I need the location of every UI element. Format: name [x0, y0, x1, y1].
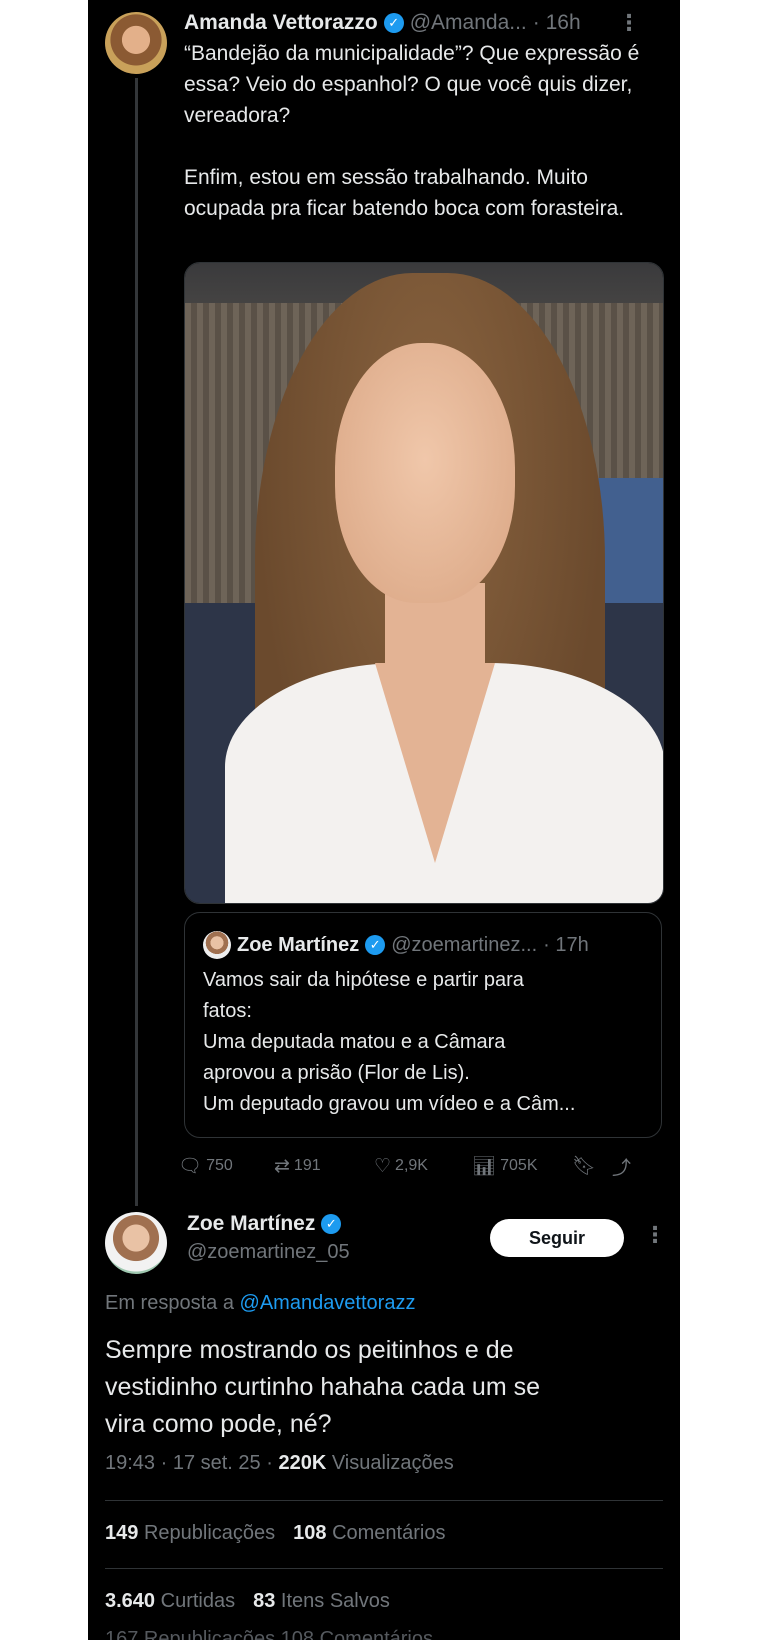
repost-icon: ⇄ — [274, 1155, 290, 1177]
more-icon[interactable]: ⋮ — [644, 1224, 666, 1246]
tweet-photo[interactable] — [184, 262, 664, 904]
tweet-paragraph: Enfim, estou em sessão trabalhando. Muit… — [184, 166, 625, 220]
tweet-time[interactable]: · 16h — [533, 11, 581, 35]
author-handle[interactable]: @Amanda... — [410, 11, 527, 35]
share-icon: ⤴ — [612, 1157, 632, 1179]
verified-badge-icon: ✓ — [365, 935, 386, 955]
saves-stat[interactable]: 83 Itens Salvos — [253, 1590, 390, 1612]
like-count: 2,9K — [395, 1157, 428, 1174]
verified-badge-icon: ✓ — [321, 1214, 342, 1234]
quoted-line: Um deputado gravou um vídeo e a Câm... — [203, 1093, 576, 1115]
verified-badge-icon: ✓ — [383, 13, 404, 33]
likes-stat[interactable]: 3.640 Curtidas — [105, 1590, 235, 1612]
avatar[interactable] — [105, 1212, 167, 1274]
tweet-meta: 19:43 · 17 set. 25 · 220K Visualizações — [105, 1452, 454, 1475]
saves-label: Itens Salvos — [280, 1590, 390, 1612]
photo-person-neckline — [375, 663, 495, 863]
quoted-author-handle: @zoemartinez... — [391, 933, 538, 956]
cut-off-stats-row: 167 Republicações 108 Comentários — [105, 1628, 433, 1640]
reply-handle-link[interactable]: @Amandavettorazz — [240, 1292, 416, 1314]
reply-context: Em resposta a @Amandavettorazz — [105, 1292, 415, 1315]
tweet-line: Sempre mostrando os peitinhos e de — [105, 1336, 514, 1364]
author-name-row: Zoe Martínez ✓ — [187, 1212, 342, 1236]
follow-button[interactable]: Seguir — [490, 1219, 624, 1257]
quoted-avatar — [203, 931, 231, 959]
quoted-line: fatos: — [203, 1000, 252, 1022]
author-handle[interactable]: @zoemartinez_05 — [187, 1241, 350, 1264]
quoted-line: aprovou a prisão (Flor de Lis). — [203, 1062, 470, 1084]
likes-count: 3.640 — [105, 1590, 156, 1612]
like-button[interactable]: ♡ 2,9K — [374, 1155, 472, 1178]
more-icon[interactable]: ⋮ — [618, 12, 640, 34]
divider — [105, 1500, 663, 1501]
phone-screen: Amanda Vettorazzo ✓ @Amanda... · 16h ⋮ “… — [88, 0, 680, 1640]
saves-count: 83 — [253, 1590, 276, 1612]
bookmark-button[interactable]: 🔖︎ — [572, 1154, 612, 1178]
views-icon: 📊︎ — [472, 1156, 497, 1177]
reply-prefix: Em resposta a — [105, 1292, 234, 1314]
quoted-author-name: Zoe Martínez — [237, 933, 360, 956]
tweet-text: “Bandejão da municipalidade”? Que expres… — [184, 38, 654, 224]
author-name[interactable]: Zoe Martínez — [187, 1212, 315, 1236]
avatar[interactable] — [105, 12, 167, 74]
views-count: 705K — [500, 1157, 538, 1174]
reposts-stat[interactable]: 149 Republicações — [105, 1522, 275, 1544]
comments-stat[interactable]: 108 Comentários — [293, 1522, 445, 1544]
comments-label: Comentários — [332, 1522, 446, 1544]
tweet-text: Sempre mostrando os peitinhos e de vesti… — [105, 1332, 665, 1443]
tweet-paragraph: “Bandejão da municipalidade”? Que expres… — [184, 42, 640, 127]
share-button[interactable]: ⤴ — [612, 1153, 642, 1180]
quoted-tweet-text: Vamos sair da hipótese e partir para fat… — [203, 965, 643, 1120]
photo-person-face — [335, 343, 515, 603]
views-label: Visualizações — [331, 1452, 454, 1474]
repost-count: 191 — [293, 1157, 321, 1174]
tweet-timestamp[interactable]: 19:43 · 17 set. 25 · — [105, 1452, 273, 1474]
quoted-tweet-header: Zoe Martínez ✓ @zoemartinez... · 17h — [203, 929, 643, 961]
divider — [105, 1568, 663, 1569]
tweet-header: Amanda Vettorazzo ✓ @Amanda... · 16h — [184, 6, 654, 40]
views-button[interactable]: 📊︎ 705K — [472, 1154, 572, 1178]
heart-icon: ♡ — [374, 1155, 392, 1177]
thread-connector-line — [135, 78, 138, 1206]
quoted-tweet-time: · 17h — [543, 933, 589, 956]
views-count: 220K — [278, 1452, 327, 1474]
reply-button[interactable]: 🗨︎ 750 — [178, 1154, 274, 1178]
quoted-tweet[interactable]: Zoe Martínez ✓ @zoemartinez... · 17h Vam… — [184, 912, 662, 1138]
bookmark-icon: 🔖︎ — [572, 1156, 597, 1177]
quoted-line: Uma deputada matou e a Câmara — [203, 1031, 506, 1053]
author-name[interactable]: Amanda Vettorazzo — [184, 11, 378, 35]
tweet-line: vira como pode, né? — [105, 1410, 332, 1438]
repost-button[interactable]: ⇄ 191 — [274, 1155, 374, 1178]
reposts-count: 149 — [105, 1522, 139, 1544]
reposts-label: Republicações — [143, 1522, 276, 1544]
likes-label: Curtidas — [160, 1590, 236, 1612]
reply-icon: 🗨︎ — [178, 1156, 203, 1177]
stats-row-likes-saves: 3.640 Curtidas 83 Itens Salvos — [105, 1590, 390, 1613]
comments-count: 108 — [293, 1522, 327, 1544]
stats-row-reposts-comments: 149 Republicações 108 Comentários — [105, 1522, 445, 1545]
reply-count: 750 — [206, 1157, 233, 1174]
tweet-line: vestidinho curtinho hahaha cada um se — [105, 1373, 541, 1401]
quoted-line: Vamos sair da hipótese e partir para — [203, 969, 524, 991]
tweet-actions: 🗨︎ 750 ⇄ 191 ♡ 2,9K 📊︎ 705K 🔖︎ ⤴ — [178, 1148, 660, 1184]
